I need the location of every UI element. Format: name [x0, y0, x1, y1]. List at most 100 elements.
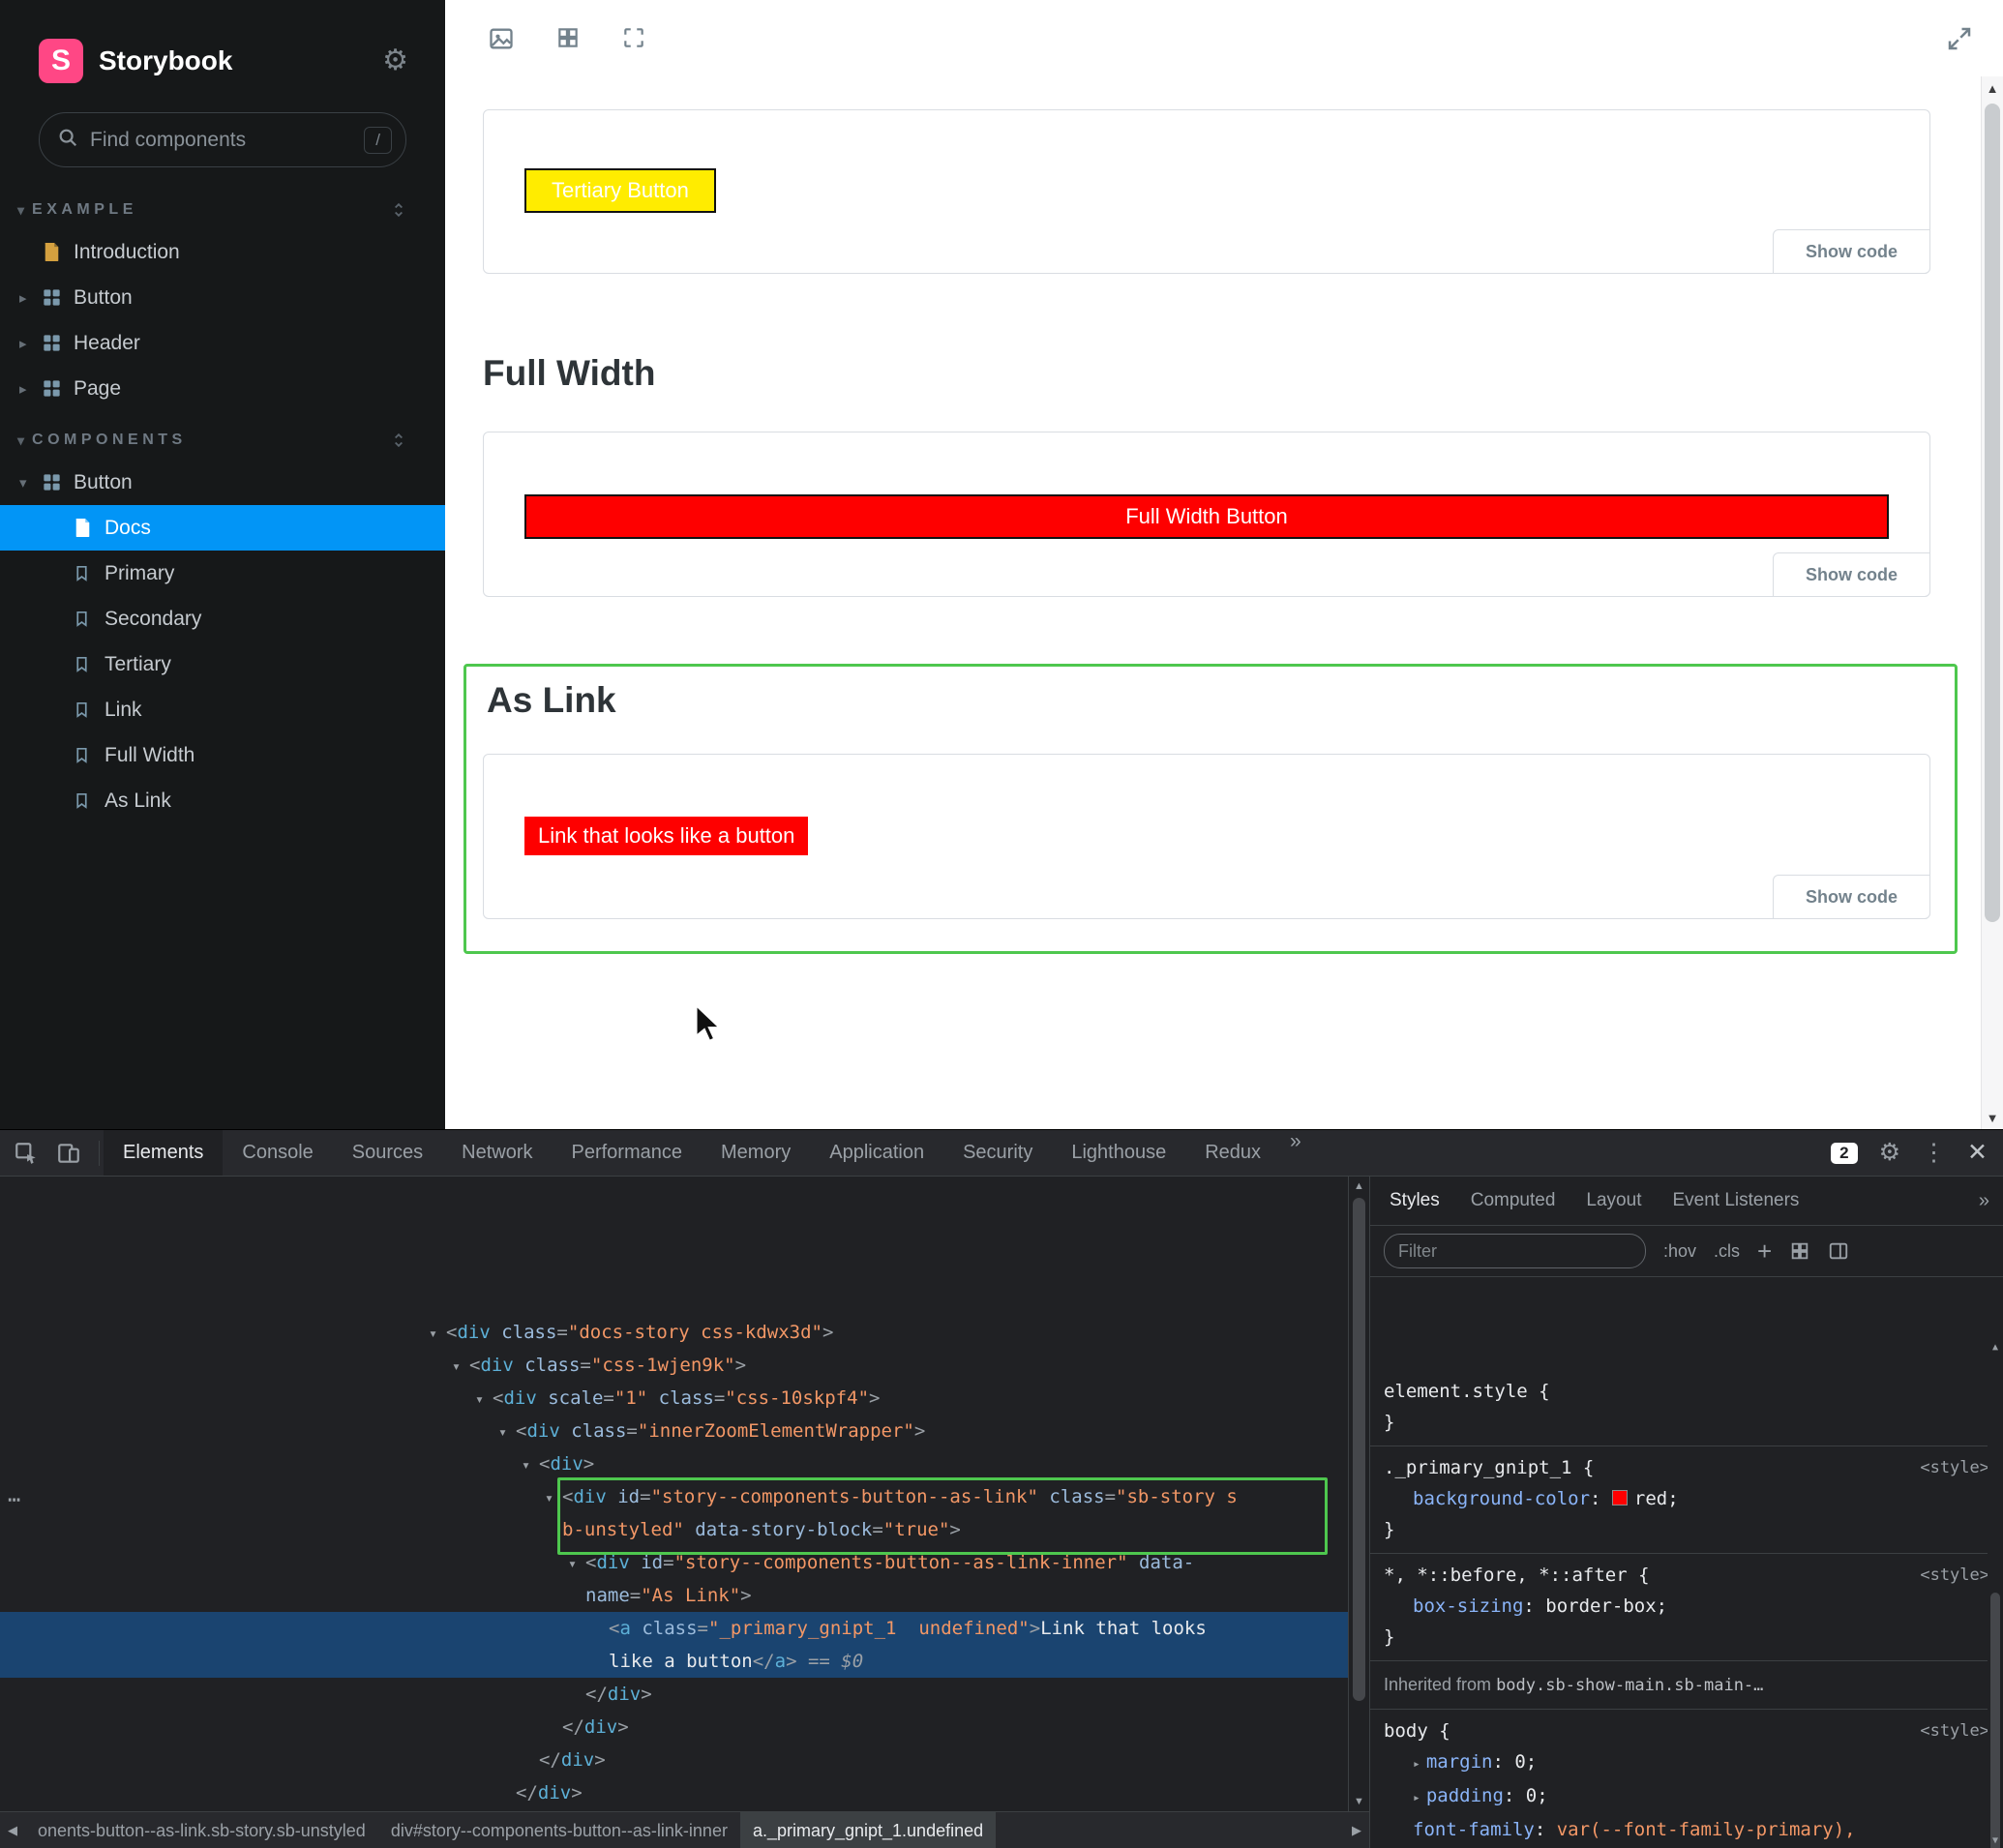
styles-tab-computed[interactable]: Computed: [1455, 1177, 1571, 1225]
caret-down-icon[interactable]: ▾: [19, 474, 43, 492]
devtools-menu-icon[interactable]: ⋮: [1922, 1141, 1946, 1165]
devtools-tab-memory[interactable]: Memory: [702, 1130, 810, 1176]
sidebar-item-page[interactable]: ▸Page: [0, 366, 445, 411]
expand-all-icon[interactable]: [389, 431, 408, 450]
css-selector[interactable]: *, *::before, *::after {: [1384, 1560, 1650, 1591]
styles-tab-event-listeners[interactable]: Event Listeners: [1657, 1177, 1814, 1225]
sidebar-item-secondary[interactable]: Secondary: [0, 596, 445, 641]
crumb-scroll-right-icon[interactable]: ▶: [1344, 1823, 1369, 1838]
show-code-button[interactable]: Show code: [1773, 552, 1930, 597]
stylesheet-link[interactable]: <style>: [1920, 1715, 1989, 1746]
collapse-arrow-icon[interactable]: ▾: [498, 1416, 516, 1448]
color-palette-icon[interactable]: [1789, 1240, 1810, 1262]
breadcrumb-item[interactable]: a._primary_gnipt_1.undefined: [740, 1811, 996, 1848]
shorthand-expand-icon[interactable]: ▸: [1413, 1791, 1420, 1805]
color-swatch[interactable]: [1612, 1490, 1628, 1505]
devtools-tab-elements[interactable]: Elements: [104, 1130, 223, 1176]
styles-tab-styles[interactable]: Styles: [1374, 1177, 1455, 1225]
css-property[interactable]: ▸margin: 0;: [1370, 1746, 2003, 1780]
styles-scrollbar[interactable]: ▲ ▼: [1988, 1277, 2003, 1848]
sidebar-item-header[interactable]: ▸Header: [0, 320, 445, 366]
dom-node[interactable]: ▾<div id="story--components-button--as-l…: [0, 1480, 1369, 1513]
section-header-example[interactable]: ▾EXAMPLE: [0, 181, 445, 229]
dom-node[interactable]: </div>: [0, 1711, 1369, 1744]
shorthand-expand-icon[interactable]: ▸: [1413, 1757, 1420, 1772]
dom-node-selected[interactable]: <a class="_primary_gnipt_1 undefined">Li…: [0, 1612, 1369, 1645]
css-property[interactable]: box-sizing: border-box;: [1370, 1591, 2003, 1622]
scroll-down-icon[interactable]: ▼: [1982, 1106, 2003, 1129]
sidebar-item-button[interactable]: ▸Button: [0, 275, 445, 320]
scroll-down-icon[interactable]: ▼: [1349, 1792, 1369, 1811]
css-selector[interactable]: element.style {: [1384, 1376, 1550, 1407]
element-classes-toggle[interactable]: .cls: [1714, 1241, 1740, 1262]
image-icon[interactable]: [488, 25, 515, 52]
collapse-arrow-icon[interactable]: ▾: [429, 1317, 446, 1350]
crumb-scroll-left-icon[interactable]: ◀: [0, 1823, 25, 1838]
grid-icon[interactable]: [555, 25, 581, 52]
storybook-logo[interactable]: S: [39, 39, 83, 83]
more-tabs-icon[interactable]: »: [1965, 1190, 2003, 1212]
dom-node[interactable]: </div>: [0, 1809, 1369, 1811]
stylesheet-link[interactable]: <style>: [1920, 1560, 1989, 1591]
collapse-arrow-icon[interactable]: ▾: [475, 1383, 493, 1416]
pseudo-state-toggle[interactable]: :hov: [1663, 1241, 1696, 1262]
node-menu-dots-icon[interactable]: ⋯: [8, 1484, 20, 1517]
devtools-tab-security[interactable]: Security: [943, 1130, 1052, 1176]
dom-node[interactable]: </div>: [0, 1678, 1369, 1711]
dom-node[interactable]: ▾<div class="css-1wjen9k">: [0, 1349, 1369, 1382]
collapse-arrow-icon[interactable]: ▾: [568, 1547, 585, 1580]
sidebar-item-full-width[interactable]: Full Width: [0, 732, 445, 778]
styles-tab-layout[interactable]: Layout: [1570, 1177, 1657, 1225]
scroll-up-icon[interactable]: ▲: [1988, 1339, 2003, 1356]
caret-right-icon[interactable]: ▸: [19, 380, 43, 398]
devtools-tab-redux[interactable]: Redux: [1185, 1130, 1280, 1176]
sidebar-item-introduction[interactable]: Introduction: [0, 229, 445, 275]
devtools-settings-icon[interactable]: ⚙: [1879, 1141, 1900, 1165]
collapse-arrow-icon[interactable]: ▾: [545, 1481, 562, 1514]
elements-scrollbar[interactable]: ▲ ▼: [1348, 1177, 1369, 1811]
show-code-button[interactable]: Show code: [1773, 229, 1930, 274]
fullscreen-icon[interactable]: [1945, 24, 1974, 53]
sidebar-item-docs[interactable]: Docs: [0, 505, 445, 551]
search-input[interactable]: Find components /: [39, 112, 406, 167]
computed-sidebar-icon[interactable]: [1828, 1240, 1849, 1262]
dom-node-selected[interactable]: like a button</a> == $0: [0, 1645, 1369, 1678]
scroll-up-icon[interactable]: ▲: [1982, 76, 2003, 100]
sidebar-item-as-link[interactable]: As Link: [0, 778, 445, 823]
devtools-tab-lighthouse[interactable]: Lighthouse: [1052, 1130, 1185, 1176]
dom-node[interactable]: name="As Link">: [0, 1579, 1369, 1612]
devtools-tab-sources[interactable]: Sources: [333, 1130, 442, 1176]
scrollbar-thumb[interactable]: [1990, 1593, 2000, 1848]
show-code-button[interactable]: Show code: [1773, 875, 1930, 919]
css-property[interactable]: background-color: red;: [1370, 1483, 2003, 1514]
collapse-arrow-icon[interactable]: ▾: [522, 1448, 539, 1481]
devtools-tab-console[interactable]: Console: [223, 1130, 332, 1176]
measure-icon[interactable]: [621, 25, 646, 52]
stylesheet-link[interactable]: <style>: [1920, 1452, 1989, 1483]
sidebar-item-link[interactable]: Link: [0, 687, 445, 732]
full-width-button[interactable]: Full Width Button: [524, 494, 1889, 539]
styles-filter-input[interactable]: Filter: [1384, 1234, 1646, 1268]
canvas-scrollbar[interactable]: ▲ ▼: [1981, 76, 2003, 1129]
expand-all-icon[interactable]: [389, 200, 408, 220]
scroll-down-icon[interactable]: ▼: [1988, 1833, 2003, 1848]
scrollbar-thumb[interactable]: [1353, 1198, 1365, 1701]
scroll-up-icon[interactable]: ▲: [1349, 1177, 1369, 1196]
dom-node[interactable]: ▾<div class="innerZoomElementWrapper">: [0, 1415, 1369, 1447]
as-link-button[interactable]: Link that looks like a button: [524, 817, 808, 855]
devtools-tab-network[interactable]: Network: [442, 1130, 552, 1176]
css-selector[interactable]: ._primary_gnipt_1 {: [1384, 1452, 1594, 1483]
sidebar-item-primary[interactable]: Primary: [0, 551, 445, 596]
tertiary-button[interactable]: Tertiary Button: [524, 168, 716, 213]
dom-node[interactable]: ▾<div class="docs-story css-kdwx3d">: [0, 1316, 1369, 1349]
breadcrumb-item[interactable]: onents-button--as-link.sb-story.sb-unsty…: [25, 1811, 378, 1848]
caret-right-icon[interactable]: ▸: [19, 289, 43, 307]
dom-node[interactable]: </div>: [0, 1744, 1369, 1776]
caret-right-icon[interactable]: ▸: [19, 335, 43, 352]
inherited-node-link[interactable]: body.sb-show-main.sb-main-…: [1496, 1676, 1763, 1695]
section-header-components[interactable]: ▾COMPONENTS: [0, 411, 445, 460]
css-selector[interactable]: body {: [1384, 1715, 1450, 1746]
collapse-arrow-icon[interactable]: ▾: [452, 1350, 469, 1383]
settings-gear-icon[interactable]: ⚙: [382, 46, 408, 75]
css-property[interactable]: ▸padding: 0;: [1370, 1780, 2003, 1814]
